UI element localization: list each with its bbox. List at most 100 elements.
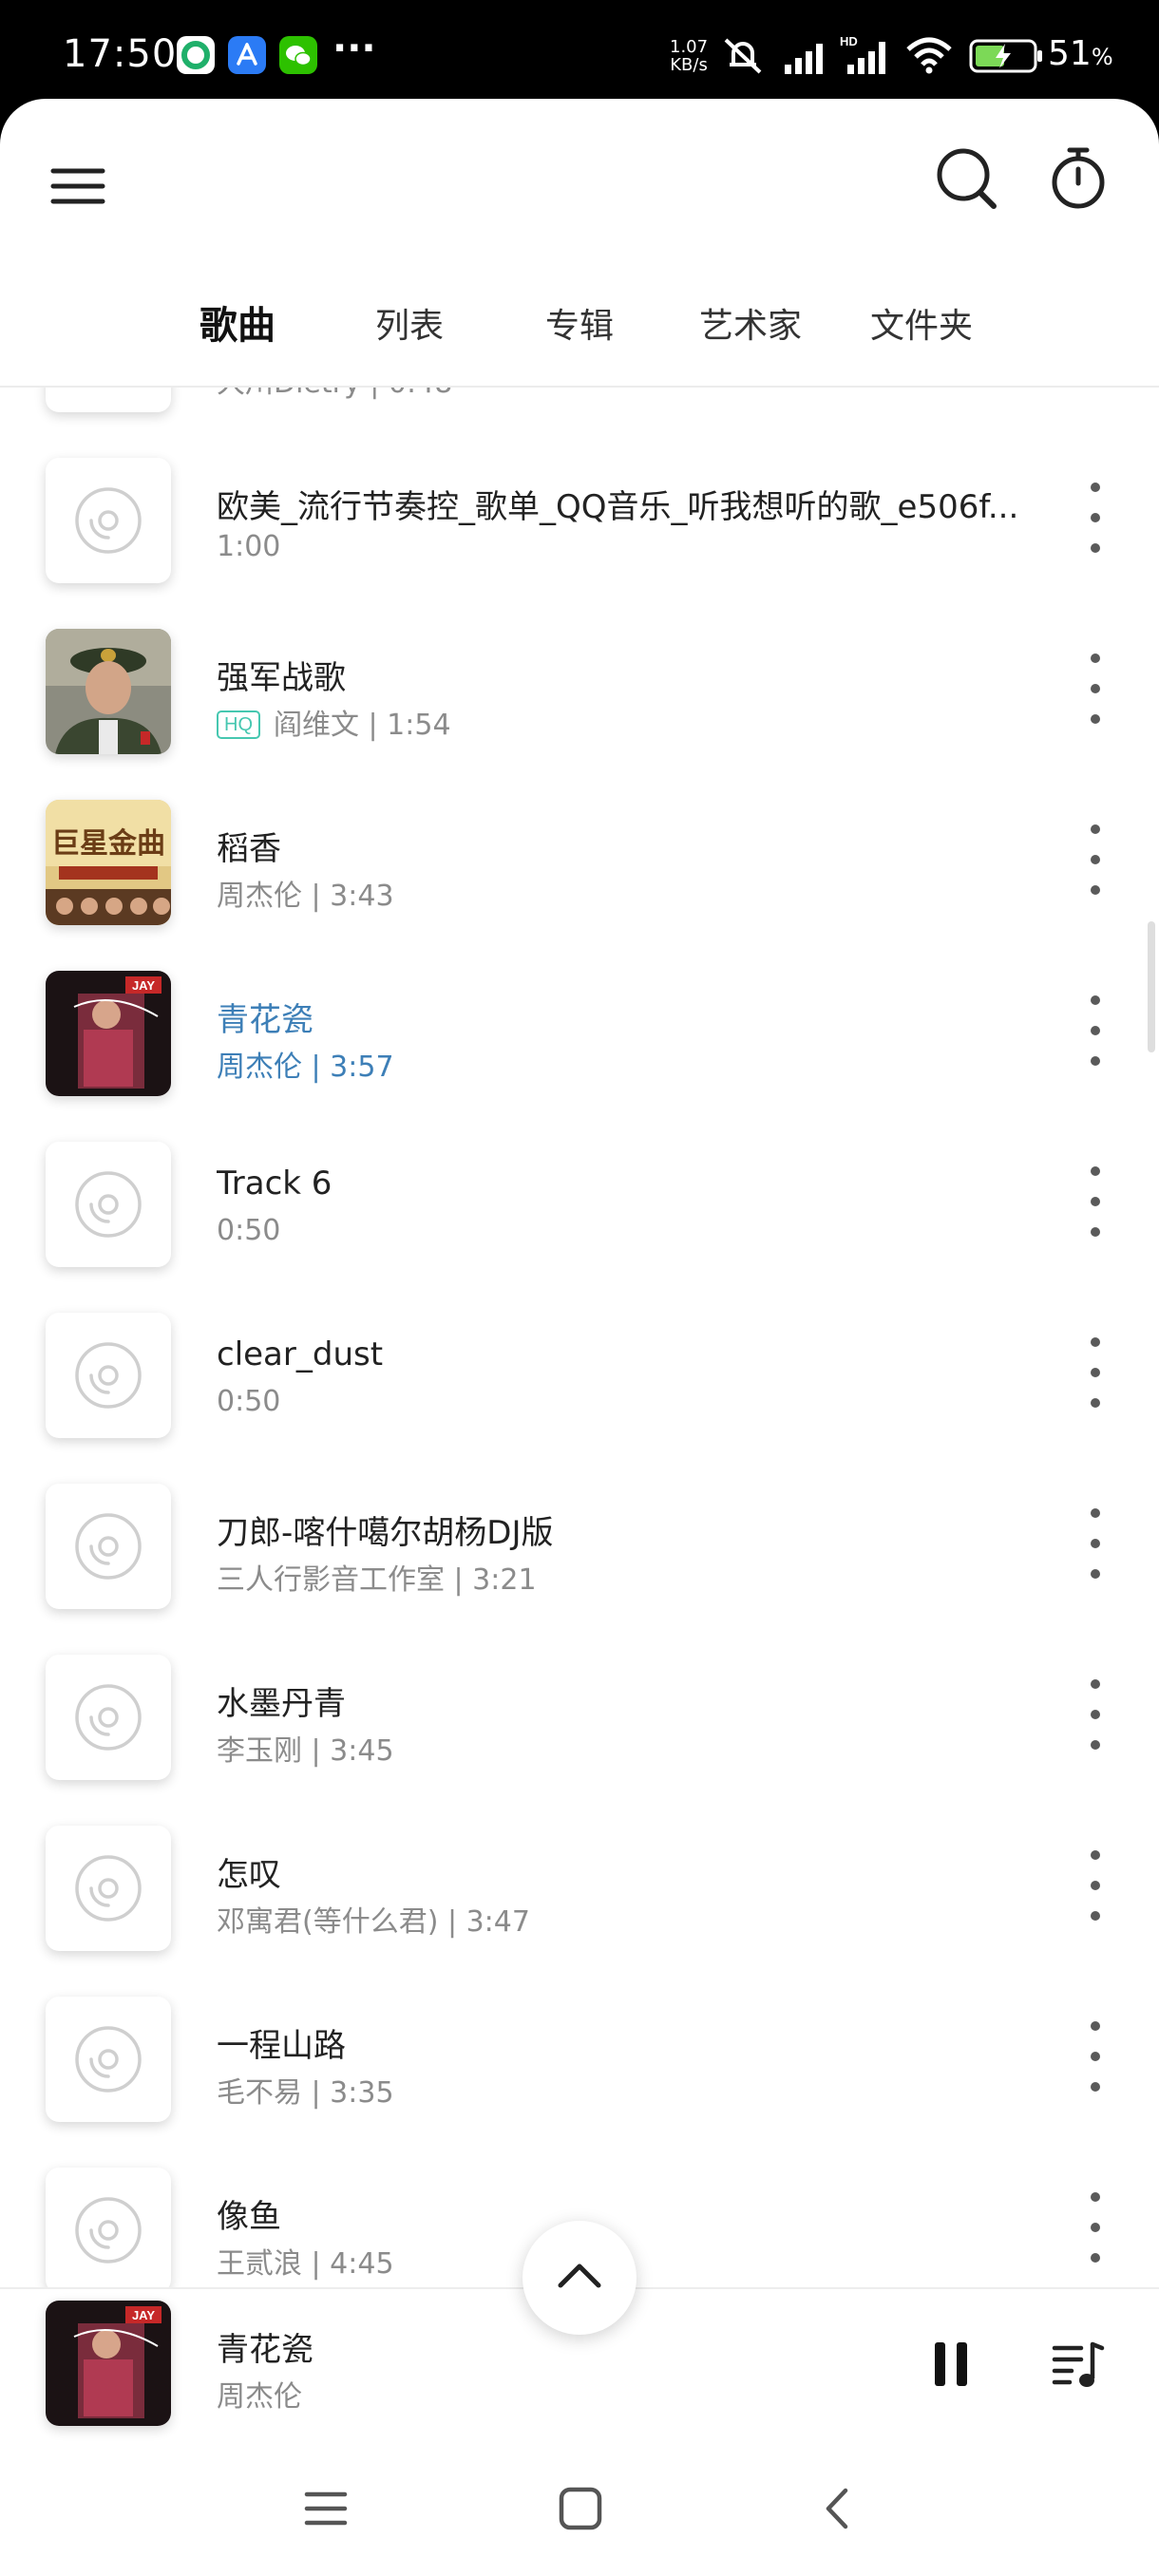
disc-icon <box>46 1313 171 1438</box>
tab-albums[interactable]: 专辑 <box>545 298 614 348</box>
network-speed: 1.07 KB/s <box>670 37 709 75</box>
more-notifications-icon: ··· <box>332 27 376 70</box>
song-subtitle: 0:50 <box>217 1214 280 1247</box>
svg-text:HD: HD <box>840 34 858 48</box>
artist-duration: 王贰浪 | 4:45 <box>217 2247 394 2281</box>
song-subtitle: 0:50 <box>217 1385 280 1418</box>
artist-duration: 周杰伦 | 3:57 <box>217 1051 394 1084</box>
artist-duration: 三人行影音工作室 | 3:21 <box>217 1563 537 1597</box>
song-row[interactable]: 大川Dietry | 0:48 <box>0 388 1159 441</box>
hq-badge: HQ <box>217 710 260 739</box>
album-art <box>46 629 171 754</box>
song-row[interactable]: 一程山路毛不易 | 3:35 <box>0 1979 1159 2150</box>
battery-charging-icon <box>969 39 1042 73</box>
scrollbar[interactable] <box>1148 921 1155 1052</box>
song-subtitle: 大川Dietry | 0:48 <box>217 388 452 401</box>
song-subtitle: 李玉刚 | 3:45 <box>217 1727 394 1769</box>
song-title: 青花瓷 <box>217 1001 314 1039</box>
cover-jay-text: JAY <box>132 2308 155 2322</box>
disc-icon <box>46 1484 171 1609</box>
song-title: 怎叹 <box>217 1856 281 1894</box>
song-row[interactable]: clear_dust 0:50 <box>0 1296 1159 1467</box>
battery-percent: 51% <box>1048 34 1113 73</box>
more-options-icon[interactable] <box>1081 1679 1110 1755</box>
song-row[interactable]: 怎叹邓寓君(等什么君) | 3:47 <box>0 1809 1159 1979</box>
disc-icon <box>46 388 171 412</box>
cover-jay-text: JAY <box>132 978 155 993</box>
more-options-icon[interactable] <box>1081 1508 1110 1584</box>
song-subtitle: 毛不易 | 3:35 <box>217 2069 394 2111</box>
back-icon[interactable] <box>815 2485 863 2532</box>
recent-apps-icon[interactable] <box>302 2485 350 2532</box>
song-title: Track 6 <box>217 1165 332 1203</box>
timer-icon[interactable] <box>1045 142 1112 215</box>
playlist-icon[interactable] <box>1049 2337 1106 2394</box>
song-title: 欧美_流行节奏控_歌单_QQ音乐_听我想听的歌_e506f... <box>217 488 1019 526</box>
tab-songs[interactable]: 歌曲 <box>200 294 276 350</box>
song-subtitle: 周杰伦 | 3:57 <box>217 1043 394 1085</box>
disc-icon <box>46 1997 171 2122</box>
artist-duration: 0:50 <box>217 1385 281 1418</box>
song-row[interactable]: 刀郎-喀什噶尔胡杨DJ版三人行影音工作室 | 3:21 <box>0 1467 1159 1638</box>
song-subtitle: 邓寓君(等什么君) | 3:47 <box>217 1898 530 1940</box>
song-title: 水墨丹青 <box>217 1685 346 1723</box>
disc-icon <box>46 458 171 583</box>
cover-jujing-text: 巨星金曲 <box>51 827 165 861</box>
song-row[interactable]: JAY 青花瓷周杰伦 | 3:57 <box>0 954 1159 1125</box>
wifi-icon <box>906 37 952 74</box>
more-options-icon[interactable] <box>1081 2021 1110 2097</box>
menu-icon[interactable] <box>49 158 106 215</box>
song-title: clear_dust <box>217 1335 384 1373</box>
more-options-icon[interactable] <box>1081 2192 1110 2268</box>
now-playing-title: 青花瓷 <box>217 2331 314 2369</box>
home-icon[interactable] <box>557 2485 604 2532</box>
more-options-icon[interactable] <box>1081 653 1110 729</box>
song-row[interactable]: 欧美_流行节奏控_歌单_QQ音乐_听我想听的歌_e506f... 1:00 <box>0 441 1159 612</box>
wechat-icon <box>279 36 317 74</box>
song-title: 一程山路 <box>217 2027 346 2065</box>
tab-artists[interactable]: 艺术家 <box>699 298 802 348</box>
song-subtitle: 王贰浪 | 4:45 <box>217 2240 394 2282</box>
song-row[interactable]: 巨星金曲 稻香周杰伦 | 3:43 <box>0 783 1159 954</box>
tab-folders[interactable]: 文件夹 <box>870 298 973 348</box>
artist-duration: 1:00 <box>217 530 281 563</box>
album-art: 巨星金曲 <box>46 800 171 925</box>
app-store-icon <box>228 36 266 74</box>
more-options-icon[interactable] <box>1081 483 1110 559</box>
artist-duration: 周杰伦 | 3:43 <box>217 880 394 913</box>
artist-duration: 毛不易 | 3:35 <box>217 2076 394 2110</box>
green-app-icon <box>177 36 215 74</box>
song-subtitle: 三人行影音工作室 | 3:21 <box>217 1556 537 1598</box>
now-playing-album-art: JAY <box>46 2301 171 2426</box>
song-row[interactable]: 强军战歌 HQ 阎维文 | 1:54 <box>0 612 1159 783</box>
tab-playlists[interactable]: 列表 <box>375 298 444 348</box>
song-list[interactable]: 大川Dietry | 0:48 欧美_流行节奏控_歌单_QQ音乐_听我想听的歌_e… <box>0 388 1159 2287</box>
artist-duration: 阎维文 | 1:54 <box>274 709 451 742</box>
search-icon[interactable] <box>933 142 999 215</box>
more-options-icon[interactable] <box>1081 1166 1110 1242</box>
more-options-icon[interactable] <box>1081 1337 1110 1413</box>
tab-bar: 歌曲 列表 专辑 艺术家 文件夹 <box>0 298 1159 355</box>
song-title: 稻香 <box>217 830 281 868</box>
album-art: JAY <box>46 971 171 1096</box>
disc-icon <box>46 1142 171 1267</box>
more-options-icon[interactable] <box>1081 1850 1110 1926</box>
artist-duration: 邓寓君(等什么君) | 3:47 <box>217 1905 530 1939</box>
scroll-to-top-button[interactable] <box>522 2221 636 2335</box>
song-subtitle: 1:00 <box>217 530 280 563</box>
song-row[interactable]: 水墨丹青李玉刚 | 3:45 <box>0 1638 1159 1809</box>
chevron-up-icon <box>558 2263 601 2288</box>
artist-duration: 大川Dietry | 0:48 <box>217 388 452 400</box>
song-title: 刀郎-喀什噶尔胡杨DJ版 <box>217 1514 554 1552</box>
signal-hd-icon: HD <box>840 34 885 74</box>
song-subtitle: HQ 阎维文 | 1:54 <box>217 701 451 743</box>
song-row[interactable]: Track 6 0:50 <box>0 1125 1159 1296</box>
pause-icon[interactable] <box>931 2339 973 2392</box>
more-options-icon[interactable] <box>1081 995 1110 1071</box>
disc-icon <box>46 2168 171 2287</box>
now-playing-artist: 周杰伦 <box>217 2380 302 2414</box>
system-nav-bar <box>0 2445 1159 2576</box>
song-subtitle: 周杰伦 | 3:43 <box>217 872 394 914</box>
more-options-icon[interactable] <box>1081 824 1110 900</box>
status-bar: 17:50 ··· 1.07 KB/s HD 51% <box>0 0 1159 104</box>
